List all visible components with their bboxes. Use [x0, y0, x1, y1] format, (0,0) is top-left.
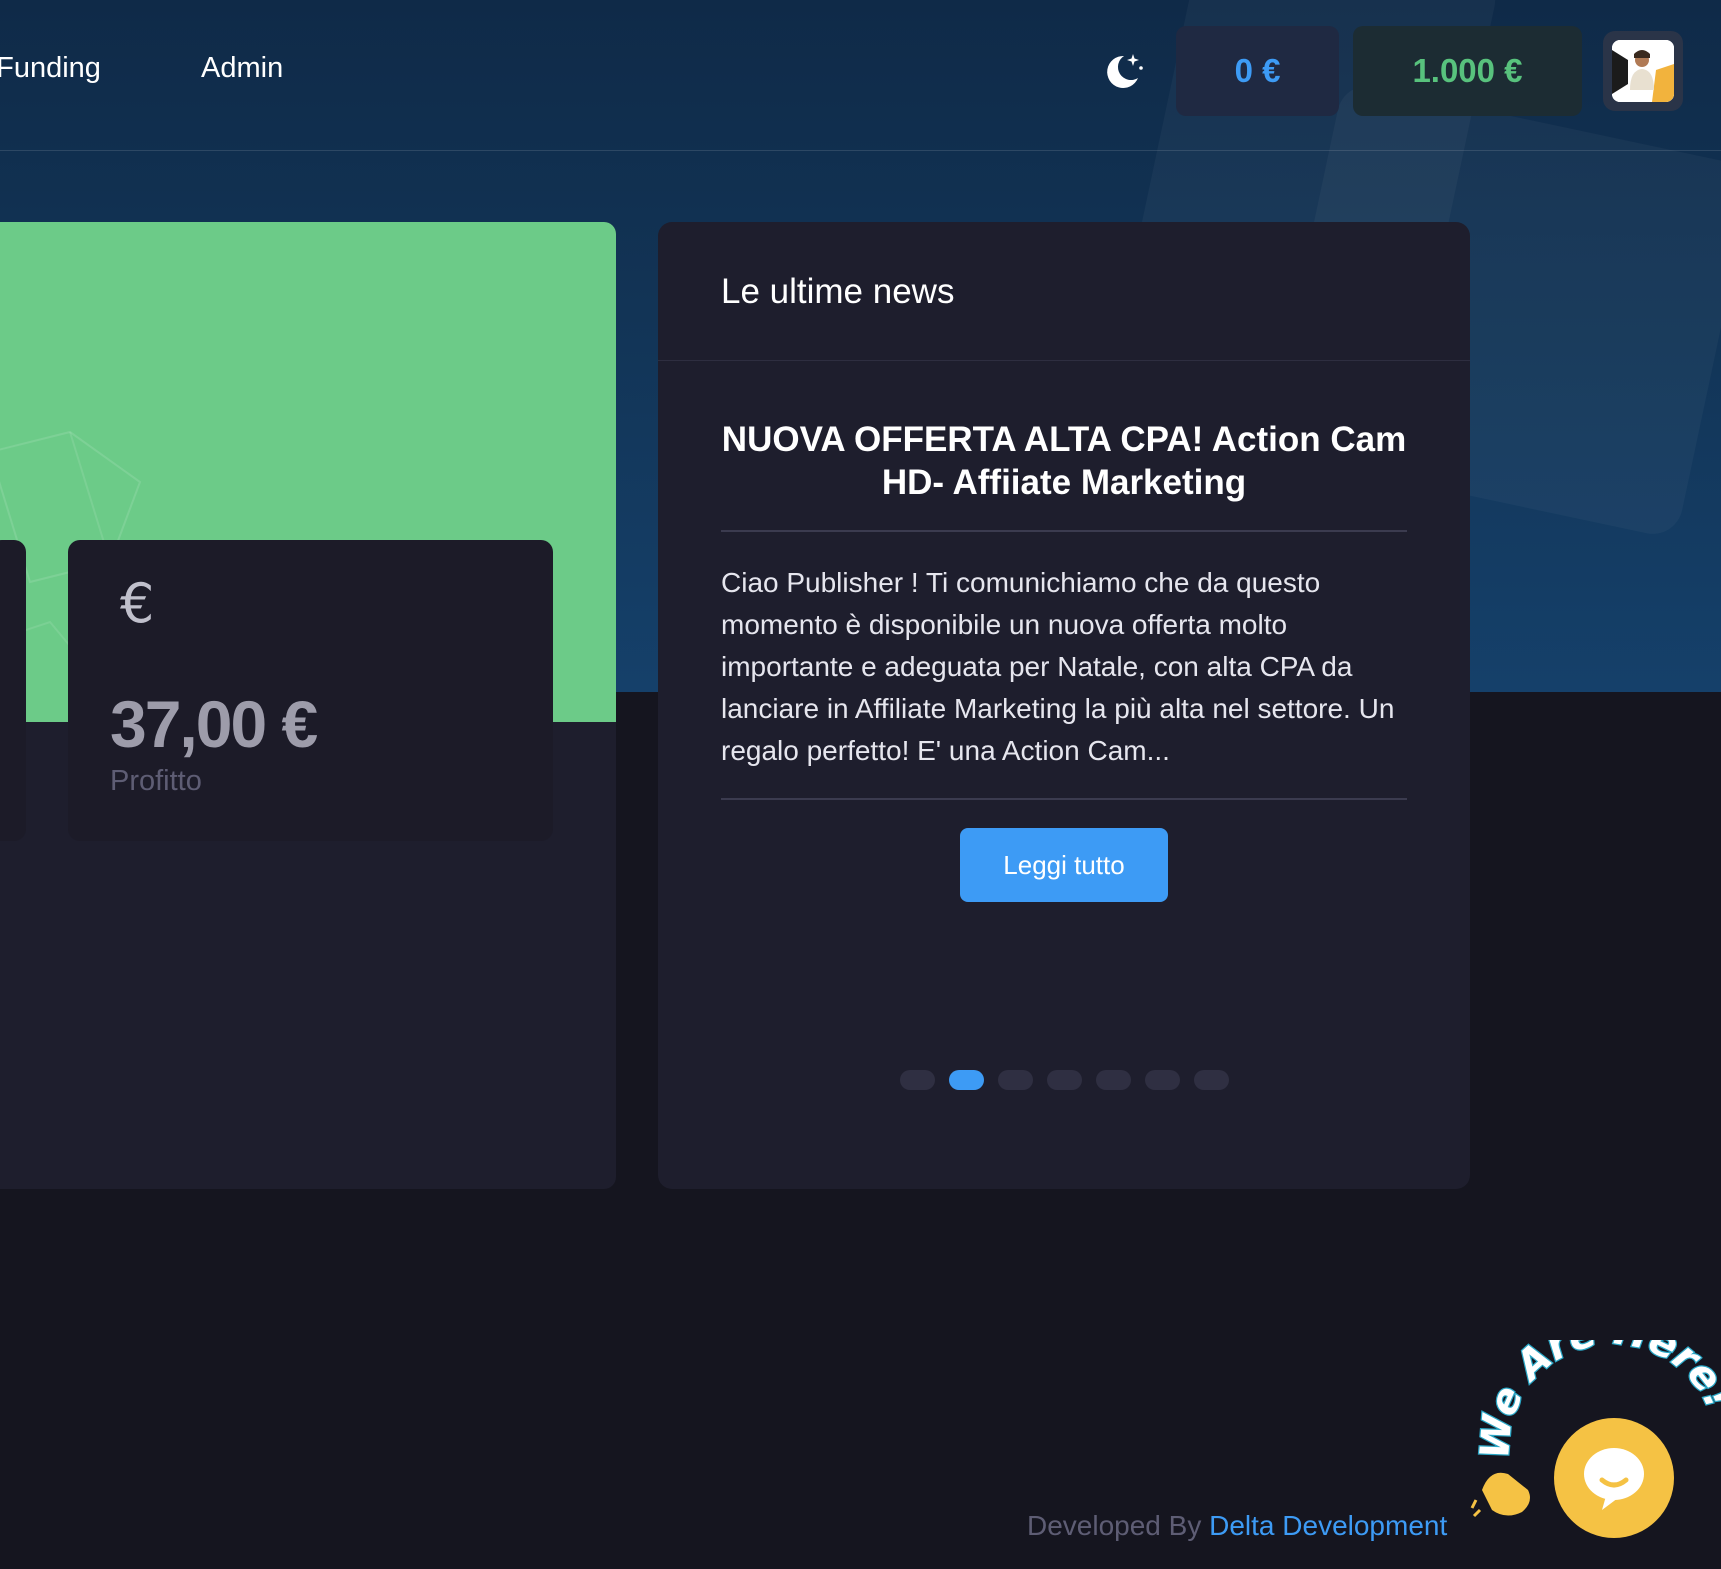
- carousel-dot[interactable]: [1047, 1070, 1082, 1090]
- profit-value: 37,00 €: [110, 687, 318, 761]
- footer-credit: Developed By Delta Development: [1027, 1510, 1447, 1542]
- chat-icon: [1584, 1448, 1644, 1510]
- wallet-balance-button[interactable]: 0 €: [1176, 26, 1339, 116]
- euro-icon: €: [120, 572, 155, 635]
- nav-item-admin[interactable]: Admin: [201, 52, 283, 85]
- top-navbar: dFunding Admin 0 € 1.000 €: [0, 0, 1721, 151]
- carousel-dot[interactable]: [900, 1070, 935, 1090]
- stat-card: [0, 540, 26, 841]
- wallet-credit-button[interactable]: 1.000 €: [1353, 26, 1582, 116]
- waving-hand-icon: [1470, 1472, 1530, 1518]
- carousel-dot[interactable]: [1194, 1070, 1229, 1090]
- chat-widget[interactable]: We Are Here!: [1470, 1340, 1721, 1569]
- moon-stars-icon: [1107, 54, 1143, 88]
- avatar: [1612, 40, 1674, 102]
- carousel-dot-active[interactable]: [949, 1070, 984, 1090]
- footer-brand-link[interactable]: Delta Development: [1209, 1510, 1447, 1541]
- divider: [721, 530, 1407, 532]
- footer-prefix: Developed By: [1027, 1510, 1202, 1541]
- nav-item-crowdfunding[interactable]: dFunding: [0, 52, 101, 85]
- news-card: Le ultime news NUOVA OFFERTA ALTA CPA! A…: [658, 222, 1470, 1189]
- news-headline: NUOVA OFFERTA ALTA CPA! Action Cam HD- A…: [721, 420, 1407, 502]
- avatar-photo: [1612, 40, 1674, 102]
- divider: [721, 798, 1407, 800]
- chat-open-button[interactable]: [1554, 1418, 1674, 1538]
- carousel-dot[interactable]: [1096, 1070, 1131, 1090]
- news-excerpt: Ciao Publisher ! Ti comunichiamo che da …: [721, 567, 1395, 766]
- user-avatar-button[interactable]: [1603, 31, 1683, 111]
- carousel-dot[interactable]: [1145, 1070, 1180, 1090]
- wallet-credit-value: 1.000 €: [1412, 52, 1523, 89]
- profit-label: Profitto: [110, 765, 202, 797]
- divider: [658, 360, 1470, 361]
- theme-toggle-button[interactable]: [1100, 50, 1144, 94]
- wallet-balance-value: 0 €: [1234, 52, 1281, 89]
- carousel-indicators: [900, 1070, 1229, 1090]
- carousel-dot[interactable]: [998, 1070, 1033, 1090]
- read-more-button[interactable]: Leggi tutto: [960, 828, 1168, 902]
- news-card-title: Le ultime news: [721, 272, 955, 311]
